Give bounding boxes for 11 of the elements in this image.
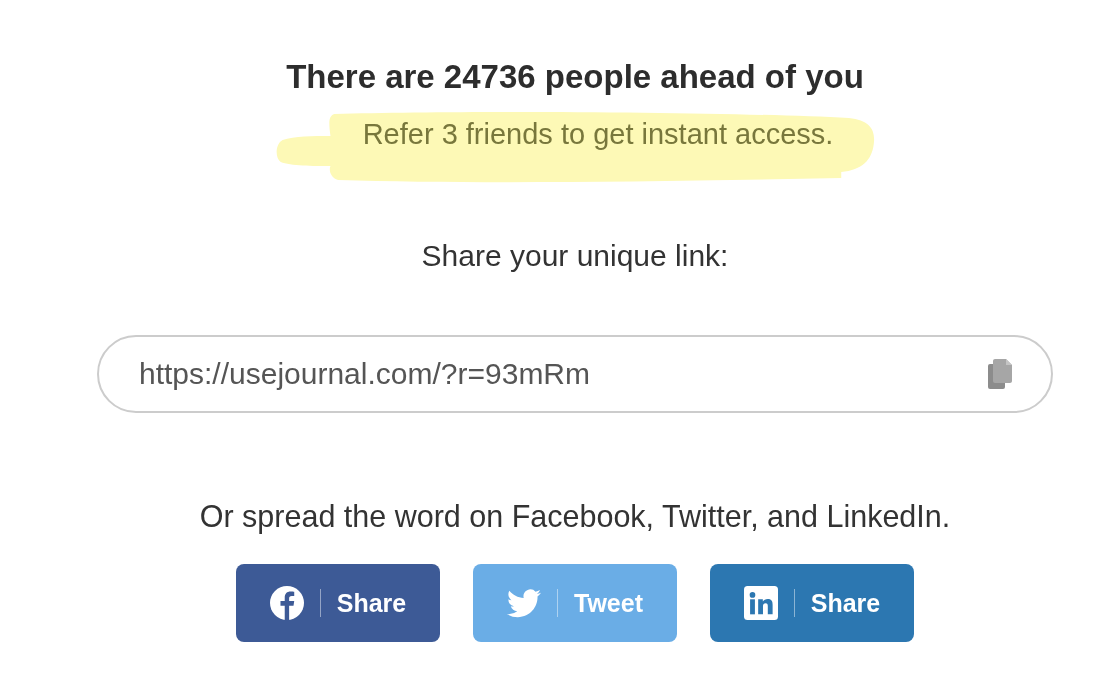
linkedin-icon: [743, 586, 778, 620]
queue-heading: There are 24736 people ahead of you: [286, 58, 864, 96]
share-button[interactable]: Share: [236, 564, 440, 642]
copy-icon[interactable]: [988, 359, 1012, 389]
share-prompt: Share your unique link:: [421, 239, 729, 273]
referral-note: Refer 3 friends to get instant access.: [362, 118, 834, 150]
social-prompt: Or spread the word on Facebook, Twitter, and LinkedIn.: [199, 498, 951, 534]
facebook-icon: [269, 586, 304, 620]
bird-icon: [507, 588, 541, 618]
share-button[interactable]: Share: [710, 564, 914, 642]
link-field[interactable]: https://usejournal.com/?r=93mRm: [97, 335, 1053, 413]
